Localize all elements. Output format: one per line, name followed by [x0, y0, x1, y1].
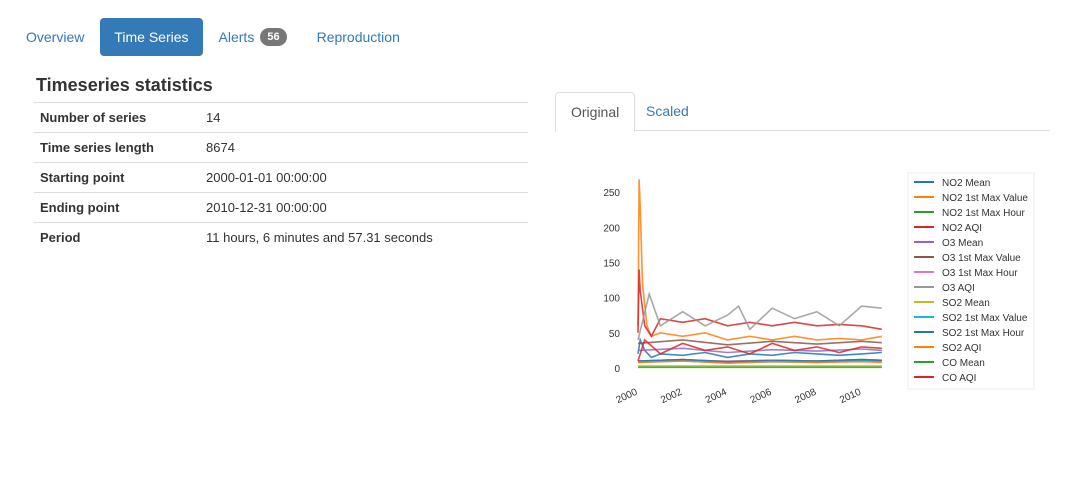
legend-label: CO AQI: [942, 373, 976, 384]
tab-scaled[interactable]: Scaled: [631, 92, 704, 130]
series-line: [637, 360, 882, 364]
stat-value: 11 hours, 6 minutes and 57.31 seconds: [200, 222, 528, 252]
stat-key: Time series length: [34, 132, 200, 163]
y-tick-label: 100: [603, 294, 620, 305]
legend-label: NO2 1st Max Hour: [942, 208, 1025, 219]
y-tick-label: 200: [603, 223, 620, 234]
series-line: [637, 269, 882, 338]
legend-label: NO2 Mean: [942, 178, 990, 189]
y-tick-label: 150: [603, 258, 620, 269]
series-line: [637, 291, 882, 341]
chart-tabs: Original Scaled: [555, 92, 1050, 132]
y-tick-label: 0: [614, 364, 620, 375]
tab-original[interactable]: Original: [555, 92, 636, 132]
table-row: Number of series 14: [34, 102, 528, 133]
legend-label: SO2 1st Max Value: [942, 313, 1028, 324]
tab-overview[interactable]: Overview: [12, 18, 98, 56]
x-tick-label: 2004: [704, 387, 729, 407]
table-row: Time series length 8674: [34, 132, 528, 163]
legend-label: O3 AQI: [942, 283, 975, 294]
y-tick-label: 250: [603, 188, 620, 199]
stat-value: 2010-12-31 00:00:00: [200, 192, 528, 223]
stat-value: 8674: [200, 132, 528, 163]
timeseries-line-chart: 0 50 100 150 200 250 2000 2002 2004 2006 2008 2010 N…: [603, 172, 1035, 407]
legend-box: [907, 172, 1035, 390]
x-tick-label: 2010: [838, 387, 863, 407]
stat-value: 2000-01-01 00:00:00: [200, 162, 528, 193]
table-row: Starting point 2000-01-01 00:00:00: [34, 162, 528, 193]
legend-label: NO2 AQI: [942, 223, 982, 234]
legend-label: NO2 1st Max Value: [942, 193, 1028, 204]
legend-label: CO Mean: [942, 358, 985, 369]
stat-key: Number of series: [34, 102, 200, 133]
series-line: [637, 179, 882, 341]
stat-key: Period: [34, 222, 200, 252]
tab-alerts-label: Alerts: [218, 29, 255, 45]
legend-label: O3 Mean: [942, 238, 983, 249]
x-tick-label: 2008: [793, 387, 818, 407]
stat-key: Ending point: [34, 192, 200, 223]
legend-label: O3 1st Max Value: [942, 253, 1021, 264]
tab-alerts[interactable]: Alerts 56: [205, 18, 301, 56]
legend-label: SO2 1st Max Hour: [942, 328, 1025, 339]
legend-label: SO2 Mean: [942, 298, 990, 309]
table-row: Ending point 2010-12-31 00:00:00: [34, 192, 528, 223]
alerts-count-badge: 56: [260, 28, 287, 46]
nav-tabs: Overview Time Series Alerts 56 Reproduct…: [12, 18, 416, 56]
legend-label: O3 1st Max Hour: [942, 268, 1018, 279]
series-line: [637, 339, 882, 346]
table-row: Period 11 hours, 6 minutes and 57.31 sec…: [34, 222, 528, 252]
x-tick-label: 2002: [659, 387, 684, 407]
x-tick-label: 2000: [614, 387, 639, 407]
x-tick-label: 2006: [749, 387, 774, 407]
stat-key: Starting point: [34, 162, 200, 193]
tab-reproduction[interactable]: Reproduction: [303, 18, 414, 56]
stat-value: 14: [200, 102, 528, 133]
stats-title: Timeseries statistics: [36, 75, 213, 95]
y-tick-label: 50: [609, 329, 621, 340]
legend-label: SO2 AQI: [942, 343, 981, 354]
stats-table: Number of series 14 Time series length 8…: [34, 102, 528, 252]
tab-time-series[interactable]: Time Series: [100, 18, 203, 56]
